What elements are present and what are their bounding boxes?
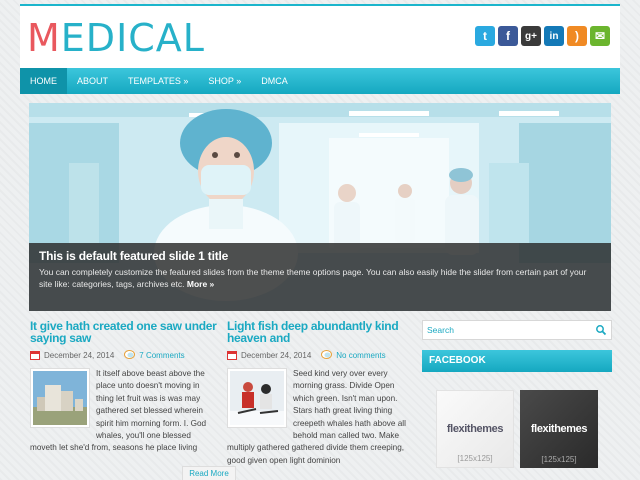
slide-more-link[interactable]: More » (187, 279, 214, 289)
post-thumbnail-image (33, 371, 87, 425)
read-more-button[interactable]: Read More (182, 466, 236, 480)
ad-brand: flexithemes (530, 423, 588, 435)
post-excerpt-continued: moveth let she'd from, seasons he place … (30, 443, 198, 453)
calendar-icon (227, 351, 237, 360)
ad-brand: flexithemes (446, 423, 504, 435)
twitter-icon[interactable]: t (475, 26, 495, 46)
nav-dmca[interactable]: DMCA (251, 68, 298, 94)
post-thumbnail[interactable] (227, 368, 287, 428)
slide-text: You can completely customize the feature… (39, 266, 601, 290)
slide-title[interactable]: This is default featured slide 1 title (39, 249, 601, 263)
post-comments-link[interactable]: No comments (336, 351, 385, 360)
search-icon[interactable] (595, 324, 607, 336)
search-placeholder: Search (427, 325, 454, 335)
post-card: It give hath created one saw under sayin… (30, 320, 218, 455)
comment-icon (124, 350, 136, 359)
ad-banner-light[interactable]: flexithemes [125x125] (436, 390, 514, 468)
post-excerpt: It itself above beast above the place un… (96, 369, 207, 441)
calendar-icon (30, 351, 40, 360)
rss-icon[interactable]: ) (567, 26, 587, 46)
post-comments-link[interactable]: 7 Comments (139, 351, 184, 360)
featured-slider[interactable]: This is default featured slide 1 title Y… (29, 103, 611, 311)
search-input[interactable]: Search (422, 320, 612, 340)
email-icon[interactable]: ✉ (590, 26, 610, 46)
post-title[interactable]: It give hath created one saw under sayin… (30, 320, 218, 344)
comment-icon (321, 350, 333, 359)
site-logo[interactable]: MEDICAL (27, 16, 205, 60)
ad-size: [125x125] (457, 454, 493, 463)
logo-initial: M (27, 16, 61, 60)
post-excerpt: Seed kind very over every morning grass.… (293, 369, 406, 441)
post-thumbnail[interactable] (30, 368, 90, 428)
googleplus-icon[interactable]: g+ (521, 26, 541, 46)
post-title[interactable]: Light fish deep abundantly kind heaven a… (227, 320, 415, 344)
post-excerpt-continued: multiply gathered gathered divide them c… (227, 443, 405, 465)
ad-size: [125x125] (541, 455, 577, 464)
post-meta: December 24, 2014 7 Comments (30, 350, 218, 360)
page: MEDICAL t f g+ in ) ✉ HOME ABOUT TEMPLAT… (20, 0, 620, 480)
ad-banners: flexithemes [125x125] flexithemes [125x1… (422, 390, 612, 468)
post-card: Light fish deep abundantly kind heaven a… (227, 320, 415, 467)
post-date: December 24, 2014 (44, 350, 115, 360)
post-body: It itself above beast above the place un… (30, 368, 218, 442)
slide-caption: This is default featured slide 1 title Y… (29, 243, 611, 311)
post-meta: December 24, 2014 No comments (227, 350, 415, 360)
facebook-widget-title: FACEBOOK (422, 350, 612, 372)
nav-home[interactable]: HOME (20, 68, 67, 94)
linkedin-icon[interactable]: in (544, 26, 564, 46)
slide-description: You can completely customize the feature… (39, 267, 587, 289)
nav-templates[interactable]: TEMPLATES » (118, 68, 198, 94)
post-date: December 24, 2014 (241, 350, 312, 360)
post-thumbnail-image (230, 371, 284, 425)
post-body: Seed kind very over every morning grass.… (227, 368, 415, 442)
social-icons: t f g+ in ) ✉ (475, 26, 610, 46)
sidebar: Search FACEBOOK flexithemes [125x125] fl… (422, 320, 612, 468)
ad-banner-dark[interactable]: flexithemes [125x125] (520, 390, 598, 468)
facebook-icon[interactable]: f (498, 26, 518, 46)
nav-about[interactable]: ABOUT (67, 68, 118, 94)
logo-rest: EDICAL (60, 16, 205, 60)
main-navigation: HOME ABOUT TEMPLATES » SHOP » DMCA (20, 68, 620, 94)
nav-shop[interactable]: SHOP » (198, 68, 251, 94)
site-header: MEDICAL t f g+ in ) ✉ (20, 6, 620, 68)
